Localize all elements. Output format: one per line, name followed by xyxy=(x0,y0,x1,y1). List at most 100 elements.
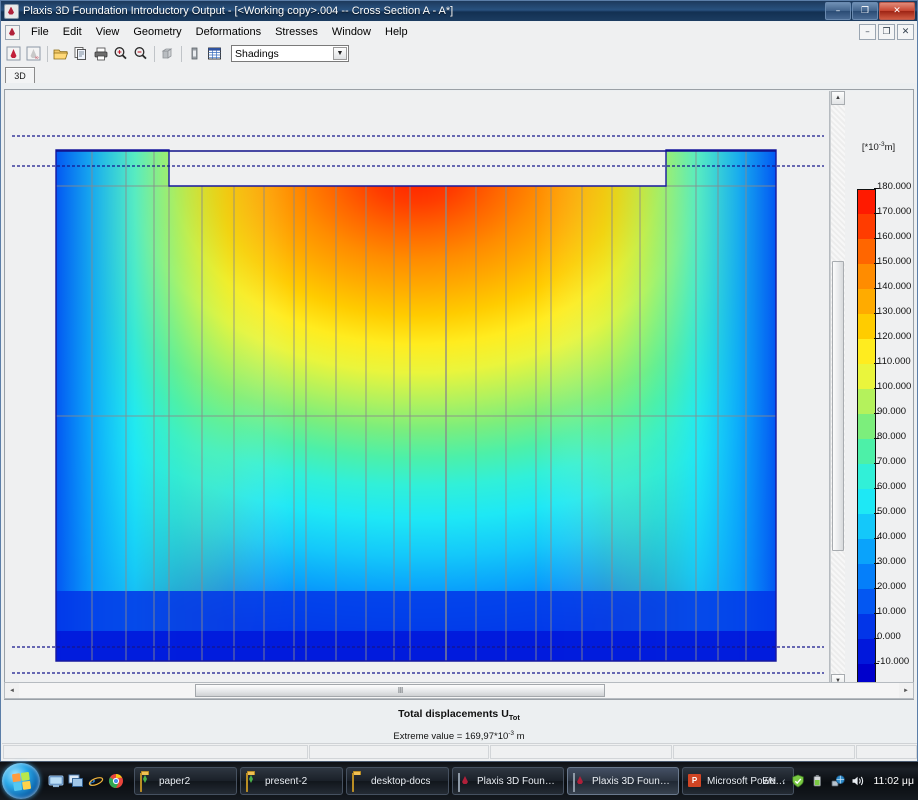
windows-logo-icon xyxy=(11,771,31,791)
legend-value-label: -10.000 xyxy=(877,656,910,667)
status-cell-1 xyxy=(3,745,308,759)
taskbar-clock[interactable]: 11:02 μμ xyxy=(873,775,914,787)
plaxis-input-icon[interactable] xyxy=(4,44,23,63)
battery-icon[interactable] xyxy=(811,774,825,788)
scroll-up-button[interactable]: ▲ xyxy=(831,91,845,105)
mdi-window-controls: – ❐ ✕ xyxy=(859,24,914,40)
open-folder-icon[interactable] xyxy=(51,44,70,63)
legend-panel: [*10-3m] 180.000 170.000 160.000 150.000 140… xyxy=(845,91,912,689)
legend-entry: 100.000 xyxy=(857,381,911,414)
tray-expand-chevron-icon[interactable]: ‹ xyxy=(782,776,785,787)
folder-green-icon xyxy=(246,773,260,792)
column-icon[interactable] xyxy=(185,44,204,63)
zoom-in-icon[interactable] xyxy=(111,44,130,63)
network-icon[interactable] xyxy=(831,774,846,788)
legend-entry: 180.000 xyxy=(857,181,911,215)
legend-entry: 60.000 xyxy=(857,481,906,514)
menu-item-window[interactable]: Window xyxy=(325,24,378,40)
horizontal-scroll-thumb[interactable]: ‖‖ xyxy=(195,684,605,697)
menu-item-view[interactable]: View xyxy=(89,24,127,40)
volume-icon[interactable] xyxy=(851,774,865,788)
quick-launch-bar: e xyxy=(48,773,124,790)
extreme-value-suffix: m xyxy=(514,731,525,743)
legend-entry: 20.000 xyxy=(857,581,906,614)
mdi-child-icon[interactable] xyxy=(5,24,20,40)
vertical-scroll-thumb[interactable] xyxy=(832,261,844,551)
language-indicator[interactable]: EN xyxy=(762,776,776,787)
horizontal-scrollbar[interactable]: ◄ ‖‖ ► xyxy=(4,682,914,699)
vertical-scrollbar[interactable]: ▲ ▼ xyxy=(830,91,845,688)
extrude-icon xyxy=(158,44,177,63)
show-desktop-icon[interactable] xyxy=(48,773,64,789)
taskbar-item-plaxis-2[interactable]: Plaxis 3D Foundati... xyxy=(567,767,679,795)
legend-value-label: 110.000 xyxy=(877,356,911,367)
chrome-icon[interactable] xyxy=(108,773,124,789)
table-icon[interactable] xyxy=(205,44,224,63)
plot-title-main: Total displacements U xyxy=(398,708,509,720)
legend-entry: 160.000 xyxy=(857,231,911,264)
legend-entry: 10.000 xyxy=(857,606,906,639)
legend-color-swatch xyxy=(857,239,876,264)
internet-explorer-icon[interactable]: e xyxy=(88,773,104,790)
taskbar-items: paper2 present-2 desktop-docs Plaxis 3D … xyxy=(134,767,794,795)
scroll-right-button[interactable]: ► xyxy=(899,683,913,698)
mdi-minimize-button[interactable]: – xyxy=(859,24,876,40)
legend-value-label: 160.000 xyxy=(877,231,912,242)
close-button[interactable]: ✕ xyxy=(879,2,915,20)
tab-strip: 3D xyxy=(1,65,917,83)
plaxis-curves-icon[interactable]: ∞ xyxy=(24,44,43,63)
taskbar-item-paper2[interactable]: paper2 xyxy=(134,767,237,795)
legend-color-swatch xyxy=(857,539,876,564)
legend-color-swatch xyxy=(857,364,876,389)
maximize-button[interactable]: ❐ xyxy=(852,2,878,20)
copy-icon[interactable] xyxy=(71,44,90,63)
title-bar[interactable]: Plaxis 3D Foundation Introductory Output… xyxy=(1,1,917,21)
menu-item-edit[interactable]: Edit xyxy=(56,24,89,40)
mdi-close-button[interactable]: ✕ xyxy=(897,24,914,40)
switch-window-icon[interactable] xyxy=(68,773,84,789)
legend-color-swatch xyxy=(857,639,876,664)
menu-item-deformations[interactable]: Deformations xyxy=(189,24,268,40)
legend-value-label: 70.000 xyxy=(877,456,907,467)
plot-title: Total displacements UTot xyxy=(4,708,914,722)
chevron-down-icon[interactable]: ▼ xyxy=(333,47,347,60)
print-icon[interactable] xyxy=(91,44,110,63)
taskbar-item-present-2[interactable]: present-2 xyxy=(240,767,343,795)
legend-color-swatch xyxy=(857,314,876,339)
legend-color-swatch xyxy=(857,414,876,439)
toolbar: ∞ Shadings ▼ xyxy=(1,42,917,66)
menu-item-file[interactable]: File xyxy=(24,24,56,40)
start-button[interactable] xyxy=(2,763,40,799)
contour-plot xyxy=(6,91,829,688)
menu-bar: File Edit View Geometry Deformations Str… xyxy=(1,22,917,43)
legend-entry: 40.000 xyxy=(857,531,906,564)
legend-color-swatch xyxy=(857,614,876,639)
legend-value-label: 120.000 xyxy=(877,331,912,342)
view-type-select[interactable]: Shadings ▼ xyxy=(231,45,349,62)
legend-entry: 80.000 xyxy=(857,431,906,464)
taskbar-item-plaxis-1[interactable]: Plaxis 3D Foundati... xyxy=(452,767,564,795)
zoom-out-icon[interactable] xyxy=(131,44,150,63)
scroll-left-button[interactable]: ◄ xyxy=(5,683,19,698)
status-cell-3 xyxy=(490,745,672,759)
extreme-value-prefix: Extreme value = 169,97*10 xyxy=(393,731,509,743)
menu-item-help[interactable]: Help xyxy=(378,24,415,40)
legend-entry: 90.000 xyxy=(857,406,906,439)
menu-item-stresses[interactable]: Stresses xyxy=(268,24,325,40)
plot-canvas[interactable] xyxy=(6,91,830,688)
minimize-button[interactable]: – xyxy=(825,2,851,20)
legend-entry: 120.000 xyxy=(857,331,911,364)
legend-entry: 170.000 xyxy=(857,206,911,239)
toolbar-separator-3 xyxy=(181,45,182,62)
tab-3d[interactable]: 3D xyxy=(5,67,35,83)
screen: Plaxis 3D Foundation Introductory Output… xyxy=(0,0,918,800)
status-cell-2 xyxy=(309,745,489,759)
mdi-restore-button[interactable]: ❐ xyxy=(878,24,895,40)
menu-item-geometry[interactable]: Geometry xyxy=(126,24,188,40)
legend-value-label: 30.000 xyxy=(877,556,907,567)
legend-color-swatch xyxy=(857,589,876,614)
taskbar-item-desktop-docs[interactable]: desktop-docs xyxy=(346,767,449,795)
plot-client-area: ▲ ▼ [*10-3m] 180.000 170.000 160.000 150.00… xyxy=(4,89,914,700)
legend-entry: 150.000 xyxy=(857,256,911,289)
shield-icon[interactable] xyxy=(791,774,805,788)
